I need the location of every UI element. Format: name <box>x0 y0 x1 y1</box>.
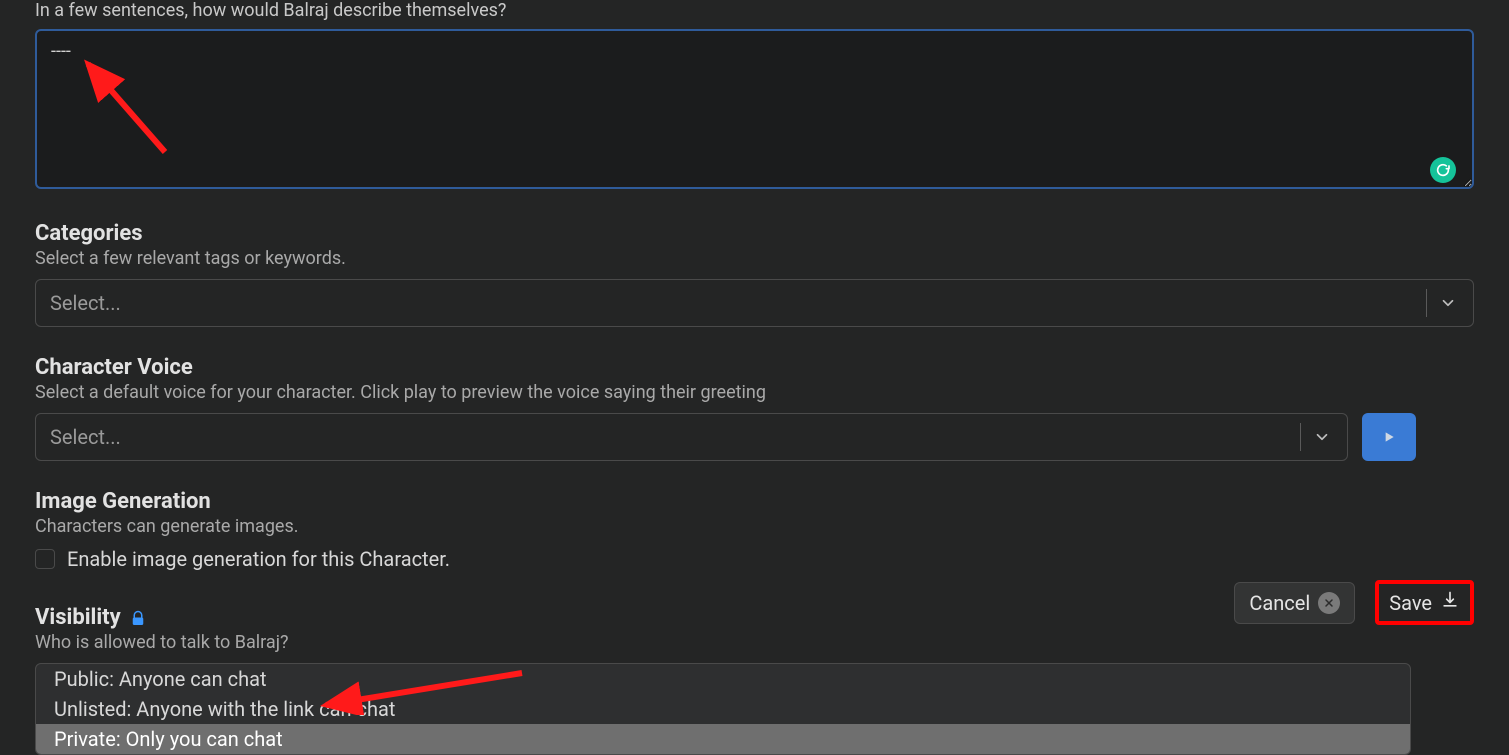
categories-section: Categories Select a few relevant tags or… <box>35 221 1474 327</box>
cancel-button[interactable]: Cancel <box>1234 582 1355 624</box>
enable-imagegen-checkbox[interactable] <box>35 549 55 569</box>
download-icon <box>1440 590 1460 615</box>
visibility-option-public[interactable]: Public: Anyone can chat <box>36 664 1410 694</box>
categories-subtext: Select a few relevant tags or keywords. <box>35 248 1474 269</box>
categories-heading: Categories <box>35 221 1474 246</box>
imagegen-subtext: Characters can generate images. <box>35 516 1474 537</box>
chevron-down-icon <box>1437 294 1473 312</box>
imagegen-heading: Image Generation <box>35 489 1474 514</box>
visibility-option-unlisted[interactable]: Unlisted: Anyone with the link can chat <box>36 694 1410 724</box>
imagegen-section: Image Generation Characters can generate… <box>35 489 1474 571</box>
visibility-section: Visibility Who is allowed to talk to Bal… <box>35 605 1474 755</box>
voice-section: Character Voice Select a default voice f… <box>35 355 1474 461</box>
categories-select[interactable]: Select... <box>35 279 1474 327</box>
save-button[interactable]: Save <box>1375 580 1474 625</box>
play-icon <box>1381 429 1397 445</box>
visibility-heading: Visibility <box>35 605 121 630</box>
visibility-option-private[interactable]: Private: Only you can chat <box>36 724 1410 754</box>
chevron-down-icon <box>1311 428 1347 446</box>
save-button-label: Save <box>1389 591 1432 615</box>
visibility-subtext: Who is allowed to talk to Balraj? <box>35 632 1474 653</box>
voice-select-placeholder: Select... <box>50 425 1290 449</box>
lock-icon <box>129 610 147 628</box>
voice-select[interactable]: Select... <box>35 413 1348 461</box>
cancel-button-label: Cancel <box>1249 591 1310 615</box>
description-textarea[interactable] <box>35 29 1474 189</box>
enable-imagegen-label: Enable image generation for this Charact… <box>67 547 450 571</box>
play-voice-button[interactable] <box>1362 413 1416 461</box>
description-prompt-label: In a few sentences, how would Balraj des… <box>35 0 1474 21</box>
grammarly-icon[interactable] <box>1430 157 1456 183</box>
select-divider <box>1426 289 1427 317</box>
close-icon <box>1318 592 1340 614</box>
voice-heading: Character Voice <box>35 355 1474 380</box>
voice-subtext: Select a default voice for your characte… <box>35 382 1474 403</box>
categories-select-placeholder: Select... <box>50 291 1416 315</box>
select-divider <box>1300 423 1301 451</box>
visibility-options-listbox[interactable]: Public: Anyone can chat Unlisted: Anyone… <box>35 663 1411 755</box>
